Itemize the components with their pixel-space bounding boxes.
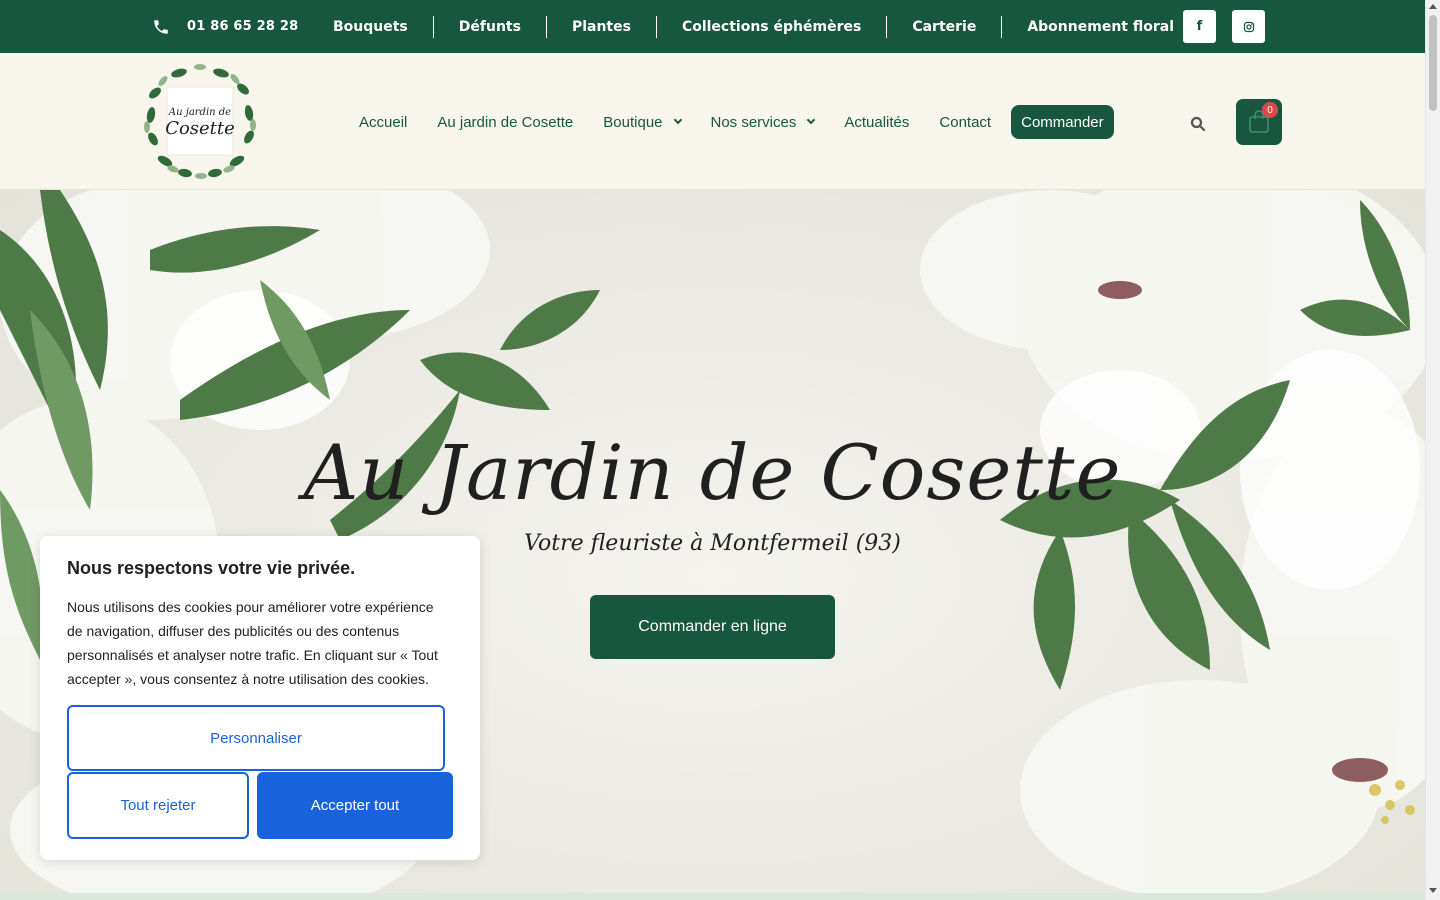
order-online-button[interactable]: Commander en ligne [590, 595, 835, 659]
scroll-up-arrow-icon[interactable] [1429, 4, 1437, 9]
cookie-customize-button[interactable]: Personnaliser [67, 705, 445, 771]
top-link-bouquets[interactable]: Bouquets [308, 15, 434, 38]
nav-boutique-label: Boutique [603, 113, 663, 131]
cookie-title: Nous respectons votre vie privée. [67, 558, 356, 578]
facebook-button[interactable]: f [1183, 10, 1216, 43]
phone-icon [154, 19, 168, 34]
facebook-icon: f [1196, 19, 1203, 34]
nav-contact[interactable]: Contact [924, 114, 1006, 131]
nav-services-label: Nos services [710, 113, 797, 131]
main-nav: Accueil Au jardin de Cosette Boutique No… [344, 105, 1114, 139]
scroll-down-arrow-icon[interactable] [1429, 888, 1437, 893]
next-section-edge [0, 893, 1425, 900]
cart-count-badge: 0 [1262, 102, 1278, 118]
nav-au-jardin[interactable]: Au jardin de Cosette [422, 114, 588, 131]
chevron-down-icon [807, 115, 816, 125]
top-bar: 01 86 65 28 28 Bouquets Défunts Plantes … [0, 0, 1425, 53]
phone-link[interactable]: 01 86 65 28 28 [152, 0, 298, 53]
nav-actualites[interactable]: Actualités [829, 114, 924, 131]
top-link-collections[interactable]: Collections éphémères [657, 15, 888, 38]
top-link-abonnement[interactable]: Abonnement floral [1002, 16, 1199, 38]
logo-text-line2: Cosette [165, 118, 235, 139]
nav-contact-label: Contact [939, 113, 992, 131]
cookie-consent-banner: Nous respectons votre vie privée. Nous u… [40, 536, 480, 860]
nav-accueil-label: Accueil [359, 113, 408, 131]
scroll-thumb[interactable] [1429, 15, 1437, 111]
cookie-reject-button[interactable]: Tout rejeter [67, 772, 249, 839]
site-header: Au jardin de Cosette Accueil Au jardin d… [0, 53, 1425, 190]
cookie-description: Nous utilisons des cookies pour améliore… [67, 599, 438, 687]
chevron-down-icon [673, 115, 682, 125]
instagram-icon [1243, 21, 1254, 32]
nav-services[interactable]: Nos services [696, 114, 830, 131]
commander-button[interactable]: Commander [1011, 105, 1114, 139]
search-icon[interactable] [1189, 115, 1207, 133]
page-scrollbar[interactable] [1425, 0, 1440, 900]
cookie-accept-button[interactable]: Accepter tout [257, 772, 453, 839]
logo-text-line1: Au jardin de [168, 107, 232, 118]
top-nav: Bouquets Défunts Plantes Collections éph… [308, 0, 1199, 53]
site-logo[interactable]: Au jardin de Cosette [143, 63, 257, 179]
nav-boutique[interactable]: Boutique [588, 114, 695, 131]
nav-actualites-label: Actualités [844, 113, 910, 131]
instagram-button[interactable] [1232, 10, 1265, 43]
top-link-plantes[interactable]: Plantes [547, 15, 657, 38]
nav-au-jardin-label: Au jardin de Cosette [437, 113, 574, 131]
top-link-carterie[interactable]: Carterie [887, 15, 1003, 38]
phone-number: 01 86 65 28 28 [187, 19, 299, 34]
top-link-defunts[interactable]: Défunts [434, 15, 547, 38]
cart-button[interactable]: 0 [1236, 99, 1282, 145]
hero-title: Au Jardin de Cosette [303, 428, 1122, 517]
nav-accueil[interactable]: Accueil [344, 114, 422, 131]
